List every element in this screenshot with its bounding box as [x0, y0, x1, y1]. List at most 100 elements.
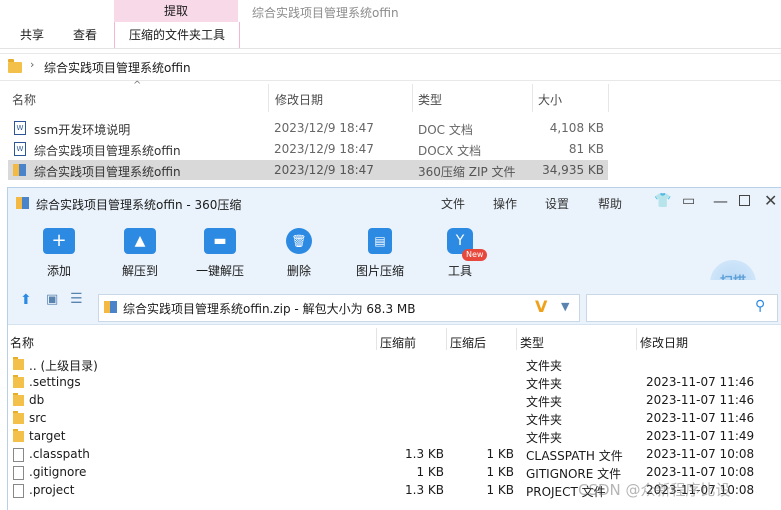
file-size: 34,935 KB — [542, 163, 604, 177]
file-date: 2023/12/9 18:47 — [274, 163, 374, 177]
feedback-icon[interactable]: ▭ — [682, 193, 695, 209]
add-label: 添加 — [46, 264, 71, 278]
file-icon — [13, 484, 24, 498]
archive-cell-type: 文件夹 — [526, 395, 563, 409]
tools-button[interactable]: Y 工具 — [425, 218, 495, 280]
word-doc-icon: W — [14, 142, 26, 156]
file-type: DOCX 文档 — [418, 144, 482, 158]
archive-cell-before: 1 KB — [416, 465, 444, 479]
folder-icon — [8, 59, 22, 73]
tab-view[interactable]: 查看 — [73, 26, 97, 43]
minimize-icon[interactable]: — — [713, 192, 728, 210]
dropdown-arrow-icon[interactable]: ▼ — [561, 300, 569, 313]
archive-cell-name: .project — [29, 483, 75, 497]
archive-row[interactable]: .. (上级目录) 文件夹 — [8, 356, 781, 374]
thumbnail-view-icon[interactable]: ▣ — [46, 292, 58, 307]
archive-row[interactable]: .classpath 1.3 KB 1 KB CLASSPATH 文件 2023-11-… — [8, 446, 781, 464]
column-divider[interactable] — [412, 84, 413, 112]
close-icon[interactable]: ✕ — [764, 191, 777, 210]
column-divider[interactable] — [376, 328, 377, 350]
archive-cell-date: 2023-11-07 11:46 — [646, 411, 755, 425]
menu-settings[interactable]: 设置 — [545, 195, 569, 212]
column-header-type[interactable]: 类型 — [418, 91, 442, 108]
address-path: 综合实践项目管理系统offin — [44, 61, 191, 75]
column-header-date[interactable]: 修改日期 — [640, 334, 688, 351]
archive-row[interactable]: db 文件夹 2023-11-07 11:46 — [8, 392, 781, 410]
archive-row[interactable]: .settings 文件夹 2023-11-07 11:46 — [8, 374, 781, 392]
sort-up-icon: ^ — [133, 80, 142, 91]
file-name: 综合实践项目管理系统offin — [34, 165, 181, 179]
column-header-date[interactable]: 修改日期 — [275, 91, 323, 108]
word-doc-icon: W — [14, 121, 26, 135]
up-arrow-icon[interactable]: ⬆ — [20, 292, 32, 308]
menu-operate[interactable]: 操作 — [493, 195, 517, 212]
column-divider[interactable] — [516, 328, 517, 350]
column-divider[interactable] — [608, 84, 609, 112]
column-divider[interactable] — [268, 84, 269, 112]
add-icon: + — [43, 228, 75, 254]
column-divider[interactable] — [446, 328, 447, 350]
zip360-window: 综合实践项目管理系统offin - 360压缩 文件 操作 设置 帮助 👕 ▭ … — [7, 187, 781, 510]
file-row[interactable]: W ssm开发环境说明 2023/12/9 18:47 DOC 文档 4,108… — [8, 118, 608, 138]
archive-path-text: 综合实践项目管理系统offin.zip - 解包大小为 68.3 MB — [123, 302, 416, 316]
one-click-extract-button[interactable]: ▬ 一键解压 — [185, 218, 255, 280]
delete-icon: 🗑 — [286, 228, 312, 254]
archive-cell-type: 文件夹 — [526, 413, 563, 427]
skin-shirt-icon[interactable]: 👕 — [654, 193, 671, 209]
menu-help[interactable]: 帮助 — [598, 195, 622, 212]
column-header-type[interactable]: 类型 — [520, 334, 544, 351]
folder-icon — [13, 411, 24, 424]
image-compress-label: 图片压缩 — [355, 264, 404, 278]
archive-row[interactable]: target 文件夹 2023-11-07 11:49 — [8, 428, 781, 446]
list-view-icon[interactable]: ☰ — [70, 291, 83, 307]
column-header-after[interactable]: 压缩后 — [450, 334, 486, 351]
column-header-name[interactable]: 名称 — [10, 334, 34, 351]
explorer-window-title: 综合实践项目管理系统offin — [252, 6, 399, 20]
maximize-icon[interactable] — [739, 195, 750, 206]
archive-cell-name: target — [29, 429, 66, 443]
file-date: 2023/12/9 18:47 — [274, 142, 374, 156]
file-size: 4,108 KB — [549, 121, 604, 135]
column-header-before[interactable]: 压缩前 — [380, 334, 416, 351]
archive-cell-type: 文件夹 — [526, 431, 563, 445]
file-name: 综合实践项目管理系统offin — [34, 144, 181, 158]
archive-cell-before: 1.3 KB — [405, 447, 444, 461]
folder-icon — [13, 393, 24, 406]
image-compress-button[interactable]: ▤ 图片压缩 — [345, 218, 415, 280]
archive-cell-name: .. (上级目录) — [29, 359, 98, 373]
archive-cell-name: .settings — [29, 375, 81, 389]
column-header-size[interactable]: 大小 — [538, 91, 562, 108]
v-logo-icon[interactable]: V — [535, 297, 547, 316]
zip360-titlebar[interactable]: 综合实践项目管理系统offin - 360压缩 文件 操作 设置 帮助 👕 ▭ … — [8, 188, 781, 218]
menu-file[interactable]: 文件 — [441, 195, 465, 212]
folder-icon — [13, 357, 24, 370]
add-button[interactable]: + 添加 — [24, 218, 94, 280]
search-icon[interactable]: ⚲ — [755, 298, 765, 314]
file-row[interactable]: W 综合实践项目管理系统offin 2023/12/9 18:47 DOCX 文… — [8, 139, 608, 159]
tab-share[interactable]: 共享 — [20, 26, 44, 43]
zip-archive-icon — [16, 197, 29, 209]
archive-cell-before: 1.3 KB — [405, 483, 444, 497]
search-input[interactable]: ⚲ — [586, 294, 778, 322]
archive-cell-name: .classpath — [29, 447, 90, 461]
file-icon — [13, 466, 24, 480]
context-group-extract[interactable]: 提取 — [114, 0, 238, 22]
delete-button[interactable]: 🗑 删除 — [264, 218, 334, 280]
archive-cell-name: src — [29, 411, 47, 425]
one-click-extract-label: 一键解压 — [195, 264, 244, 278]
column-divider[interactable] — [636, 328, 637, 350]
archive-path-field[interactable]: 综合实践项目管理系统offin.zip - 解包大小为 68.3 MB V ▼ — [98, 294, 580, 322]
extract-to-button[interactable]: ▲ 解压到 — [105, 218, 175, 280]
tab-compressed-folder-tools[interactable]: 压缩的文件夹工具 — [114, 22, 240, 48]
column-divider[interactable] — [532, 84, 533, 112]
file-size: 81 KB — [568, 142, 604, 156]
watermark: CSDN @众新程序比设 — [578, 481, 731, 499]
column-header-name[interactable]: 名称 — [12, 91, 36, 108]
file-row-selected[interactable]: 综合实践项目管理系统offin 2023/12/9 18:47 360压缩 ZI… — [8, 160, 608, 180]
file-type: 360压缩 ZIP 文件 — [418, 165, 516, 179]
archive-cell-type: 文件夹 — [526, 359, 563, 373]
tools-label: 工具 — [447, 264, 472, 278]
address-bar[interactable]: › 综合实践项目管理系统offin — [0, 53, 781, 81]
archive-cell-after: 1 KB — [486, 447, 514, 461]
archive-row[interactable]: src 文件夹 2023-11-07 11:46 — [8, 410, 781, 428]
